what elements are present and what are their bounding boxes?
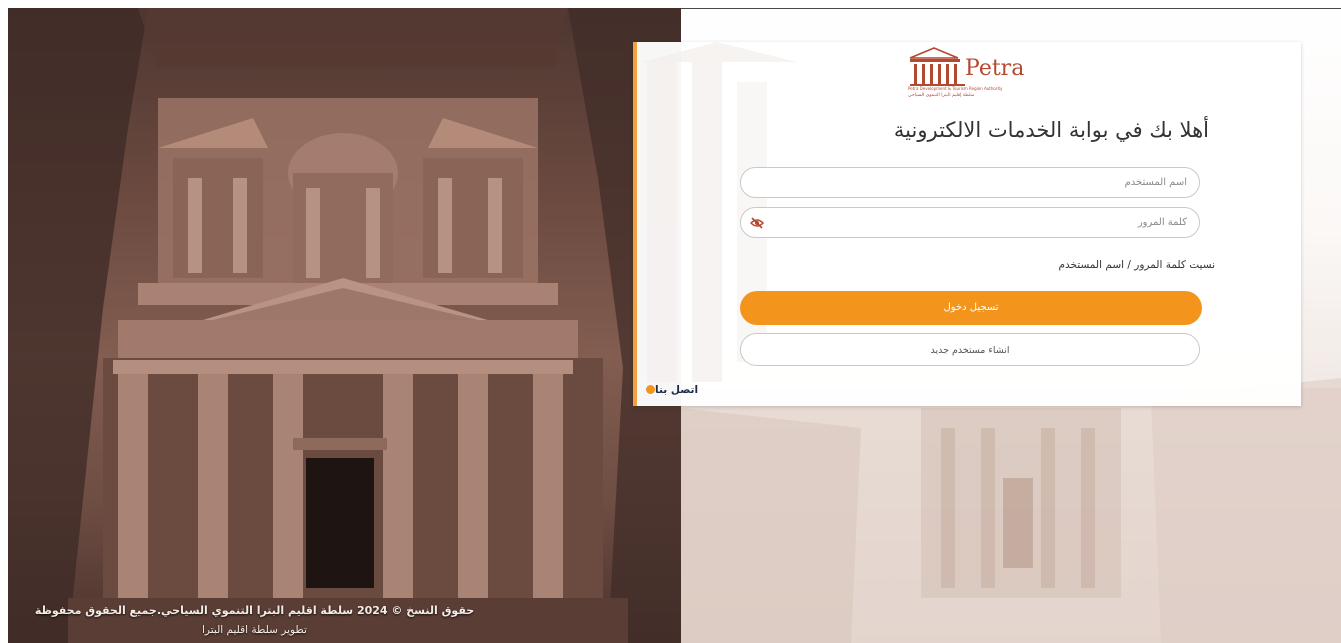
username-field[interactable] xyxy=(740,167,1200,198)
password-input[interactable] xyxy=(771,208,1187,237)
logo-subtitle-en: Petra Development & Tourism Region Autho… xyxy=(908,86,1003,91)
logo-wordmark: Petra xyxy=(965,56,1025,81)
top-divider xyxy=(681,8,1341,9)
login-page: حقوق النسخ © 2024 سلطة اقليم البترا التن… xyxy=(0,0,1341,643)
eye-slash-icon[interactable] xyxy=(750,216,764,230)
treasury-photo: حقوق النسخ © 2024 سلطة اقليم البترا التن… xyxy=(8,8,681,643)
username-input[interactable] xyxy=(771,168,1187,197)
developer-credit: تطوير سلطة اقليم البترا xyxy=(202,624,307,636)
password-field[interactable] xyxy=(740,207,1200,238)
circle-icon xyxy=(646,385,655,394)
treasury-illustration xyxy=(8,8,681,643)
contact-us-link[interactable]: اتصل بنا xyxy=(643,384,698,396)
logo-subtitle-ar: سلطة إقليم البترا التنموي السياحي xyxy=(908,93,975,98)
login-card: Petra Petra Development & Tourism Region… xyxy=(633,42,1301,406)
forgot-credentials-link[interactable]: نسيت كلمة المرور / اسم المستخدم xyxy=(1058,259,1215,271)
welcome-heading: أهلا بك في بوابة الخدمات الالكترونية xyxy=(893,118,1209,142)
copyright-text: حقوق النسخ © 2024 سلطة اقليم البترا التن… xyxy=(34,604,475,617)
login-button[interactable]: تسجيل دخول xyxy=(740,291,1202,325)
register-button[interactable]: انشاء مستخدم جديد xyxy=(740,333,1200,366)
contact-us-label: اتصل بنا xyxy=(655,384,699,396)
